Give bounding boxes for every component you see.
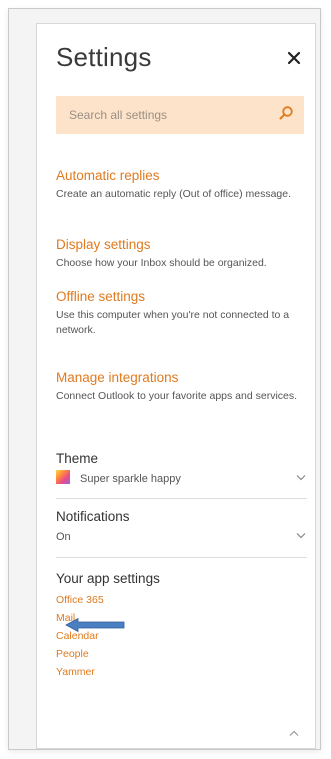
divider [56,498,307,499]
close-icon[interactable] [286,50,302,66]
divider [56,557,307,558]
app-link-people[interactable]: People [56,648,89,660]
screenshot-frame: Settings Automatic replies Create an aut… [8,8,321,750]
offline-settings-link[interactable]: Offline settings [56,288,306,305]
theme-label: Theme [56,451,99,466]
offline-settings-section: Offline settings Use this computer when … [56,288,306,338]
chevron-down-icon [296,533,306,539]
chevron-up-icon[interactable] [289,730,299,737]
app-link-yammer[interactable]: Yammer [56,666,95,678]
automatic-replies-section: Automatic replies Create an automatic re… [56,167,306,202]
chevron-down-icon [296,475,306,481]
page-title: Settings [56,42,152,72]
theme-value: Super sparkle happy [80,473,181,485]
settings-panel: Settings Automatic replies Create an aut… [36,23,316,749]
notifications-dropdown[interactable]: On [56,528,308,546]
app-settings-label: Your app settings [56,571,160,586]
search-input[interactable] [56,96,304,134]
theme-thumbnail [56,470,70,484]
display-settings-description: Choose how your Inbox should be organize… [56,257,267,269]
annotation-arrow-icon [65,617,125,633]
app-link-office-365[interactable]: Office 365 [56,594,104,606]
automatic-replies-description: Create an automatic reply (Out of office… [56,188,291,200]
notifications-label: Notifications [56,509,130,524]
automatic-replies-link[interactable]: Automatic replies [56,167,306,184]
display-settings-section: Display settings Choose how your Inbox s… [56,236,306,271]
manage-integrations-link[interactable]: Manage integrations [56,369,306,386]
offline-settings-description: Use this computer when you're not connec… [56,309,290,336]
theme-dropdown[interactable]: Super sparkle happy [56,470,308,488]
manage-integrations-section: Manage integrations Connect Outlook to y… [56,369,306,404]
manage-integrations-description: Connect Outlook to your favorite apps an… [56,390,298,402]
search-icon[interactable] [278,105,294,121]
notifications-value: On [56,531,71,543]
display-settings-link[interactable]: Display settings [56,236,306,253]
